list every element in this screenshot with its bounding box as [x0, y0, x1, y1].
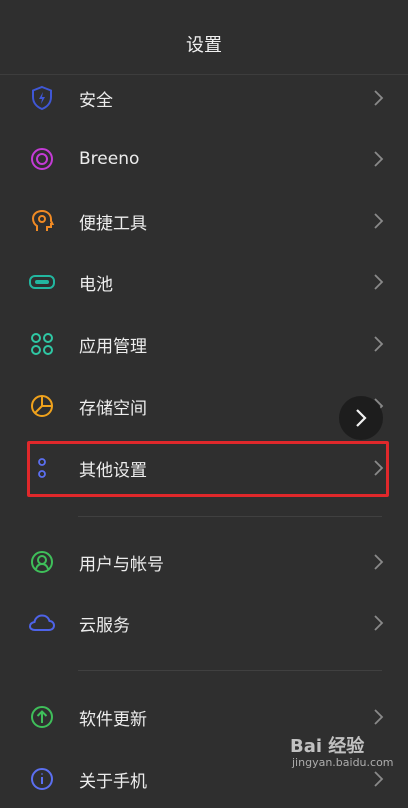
- watermark-url: jingyan.baidu.com: [292, 756, 394, 769]
- section-divider: [78, 516, 382, 517]
- chevron-right-icon: [374, 709, 384, 725]
- settings-item-battery[interactable]: 电池: [0, 253, 408, 311]
- pie-chart-icon: [28, 392, 56, 420]
- chevron-right-icon: [356, 409, 367, 427]
- settings-item-security[interactable]: 安全: [0, 69, 408, 127]
- settings-item-label: 存储空间: [79, 398, 147, 419]
- settings-item-label: 电池: [79, 274, 113, 295]
- chevron-right-icon: [374, 336, 384, 352]
- page-title: 设置: [186, 35, 222, 56]
- shield-icon: [28, 84, 56, 112]
- chevron-right-icon: [374, 213, 384, 229]
- cloud-icon: [28, 609, 56, 637]
- settings-item-apps[interactable]: 应用管理: [0, 315, 408, 373]
- upgrade-arrow-icon: [28, 703, 56, 731]
- app-grid-icon: [28, 330, 56, 358]
- settings-item-label: 应用管理: [79, 336, 147, 357]
- battery-icon: [28, 268, 56, 296]
- floating-next-button[interactable]: [339, 396, 383, 440]
- settings-item-label: 安全: [79, 90, 113, 111]
- settings-item-label: 软件更新: [79, 709, 147, 730]
- settings-item-label: 云服务: [79, 615, 130, 636]
- settings-item-label: 便捷工具: [79, 213, 147, 234]
- info-icon: [28, 765, 56, 793]
- head-gear-icon: [28, 207, 56, 235]
- chevron-right-icon: [374, 615, 384, 631]
- settings-item-tools[interactable]: 便捷工具: [0, 192, 408, 250]
- settings-item-label: 关于手机: [79, 771, 147, 792]
- chevron-right-icon: [374, 90, 384, 106]
- settings-item-breeno[interactable]: Breeno: [0, 130, 408, 188]
- user-circle-icon: [28, 548, 56, 576]
- highlight-box: [27, 441, 389, 497]
- chevron-right-icon: [374, 274, 384, 290]
- chevron-right-icon: [374, 151, 384, 167]
- app-header: 设置: [0, 0, 408, 75]
- chevron-right-icon: [374, 554, 384, 570]
- settings-item-label: Breeno: [79, 149, 140, 169]
- settings-item-accounts[interactable]: 用户与帐号: [0, 533, 408, 591]
- baidu-watermark: Bai 经验 jingyan.baidu.com: [290, 732, 408, 782]
- watermark-brand: Bai 经验: [290, 736, 365, 757]
- settings-item-cloud[interactable]: 云服务: [0, 594, 408, 652]
- section-divider: [78, 670, 382, 671]
- settings-item-label: 用户与帐号: [79, 554, 164, 575]
- breeno-ring-icon: [28, 145, 56, 173]
